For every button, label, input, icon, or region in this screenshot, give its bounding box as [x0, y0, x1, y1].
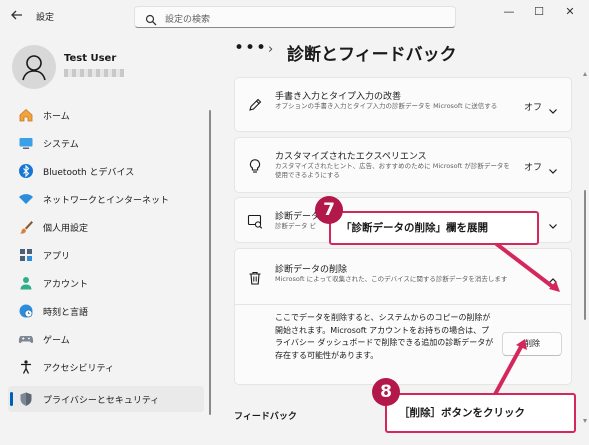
annotation-7-callout: 「診断データの削除」欄を展開: [329, 211, 539, 245]
annotation-8-text: ［削除］ボタンをクリック: [399, 407, 525, 419]
annotation-8-callout: ［削除］ボタンをクリック: [385, 393, 576, 433]
annotation-7-badge: 7: [315, 196, 343, 224]
annotation-8-badge: 8: [372, 378, 400, 406]
annotation-7-text: 「診断データの削除」欄を展開: [341, 222, 488, 234]
